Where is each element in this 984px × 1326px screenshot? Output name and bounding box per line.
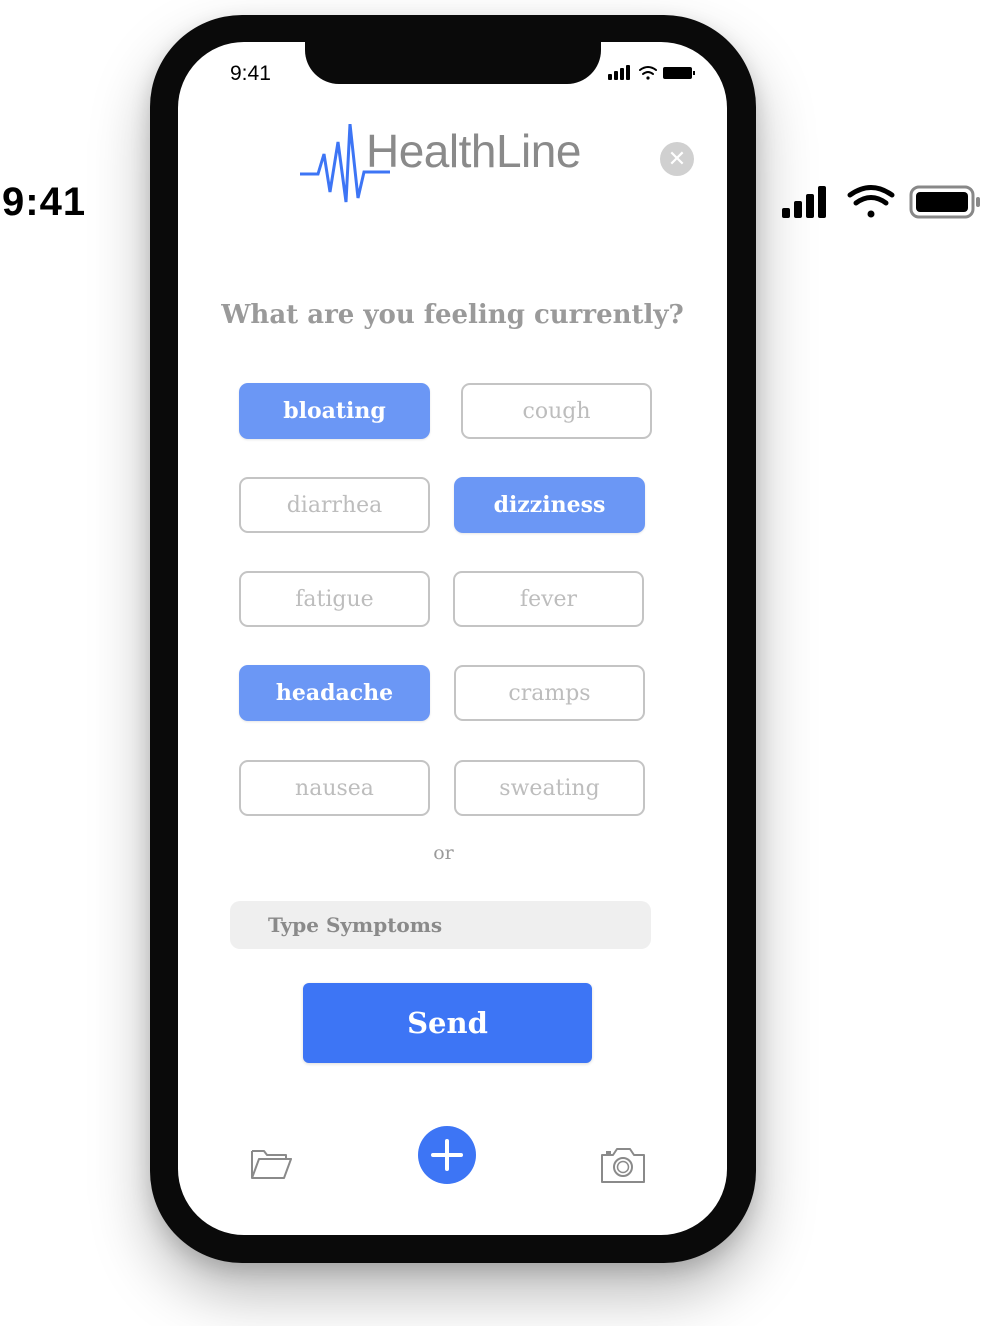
- status-time: 9:41: [2, 180, 87, 224]
- symptom-question: What are you feeling currently?: [221, 300, 684, 330]
- or-divider: or: [433, 842, 454, 864]
- symptom-chip-cough[interactable]: cough: [461, 383, 652, 439]
- phone-notch: [305, 42, 601, 84]
- symptom-chip-nausea[interactable]: nausea: [239, 760, 430, 816]
- phone-frame: 9:41 HealthLine ✕ What are you feeling c…: [150, 15, 756, 1263]
- symptom-chip-fever[interactable]: fever: [453, 571, 644, 627]
- camera-icon[interactable]: [600, 1146, 646, 1184]
- symptom-search-input[interactable]: [230, 901, 651, 949]
- wifi-icon: [639, 66, 657, 80]
- symptom-chip-bloating[interactable]: bloating: [239, 383, 430, 439]
- symptom-chip-headache[interactable]: headache: [239, 665, 430, 721]
- symptom-chip-cramps[interactable]: cramps: [454, 665, 645, 721]
- symptom-chip-fatigue[interactable]: fatigue: [239, 571, 430, 627]
- cellular-signal-icon: [608, 65, 630, 80]
- app-screen: 9:41 HealthLine ✕ What are you feeling c…: [178, 42, 727, 1235]
- wifi-icon: [847, 185, 895, 218]
- battery-icon: [909, 185, 980, 219]
- send-button[interactable]: Send: [303, 983, 592, 1063]
- close-icon: ✕: [667, 146, 687, 172]
- phone-status-time: 9:41: [230, 62, 271, 85]
- symptom-chip-dizziness[interactable]: dizziness: [454, 477, 645, 533]
- folder-icon[interactable]: [250, 1145, 292, 1181]
- symptom-chip-diarrhea[interactable]: diarrhea: [239, 477, 430, 533]
- add-button[interactable]: [418, 1126, 476, 1184]
- status-icons: [782, 185, 980, 219]
- app-logo-text: HealthLine: [366, 125, 581, 177]
- cellular-signal-icon: [782, 186, 826, 218]
- close-button[interactable]: ✕: [660, 142, 694, 176]
- phone-status-icons: [608, 65, 695, 80]
- symptom-chip-sweating[interactable]: sweating: [454, 760, 645, 816]
- plus-icon: [431, 1139, 463, 1171]
- healthline-logo: HealthLine: [300, 124, 600, 214]
- battery-icon: [663, 67, 695, 79]
